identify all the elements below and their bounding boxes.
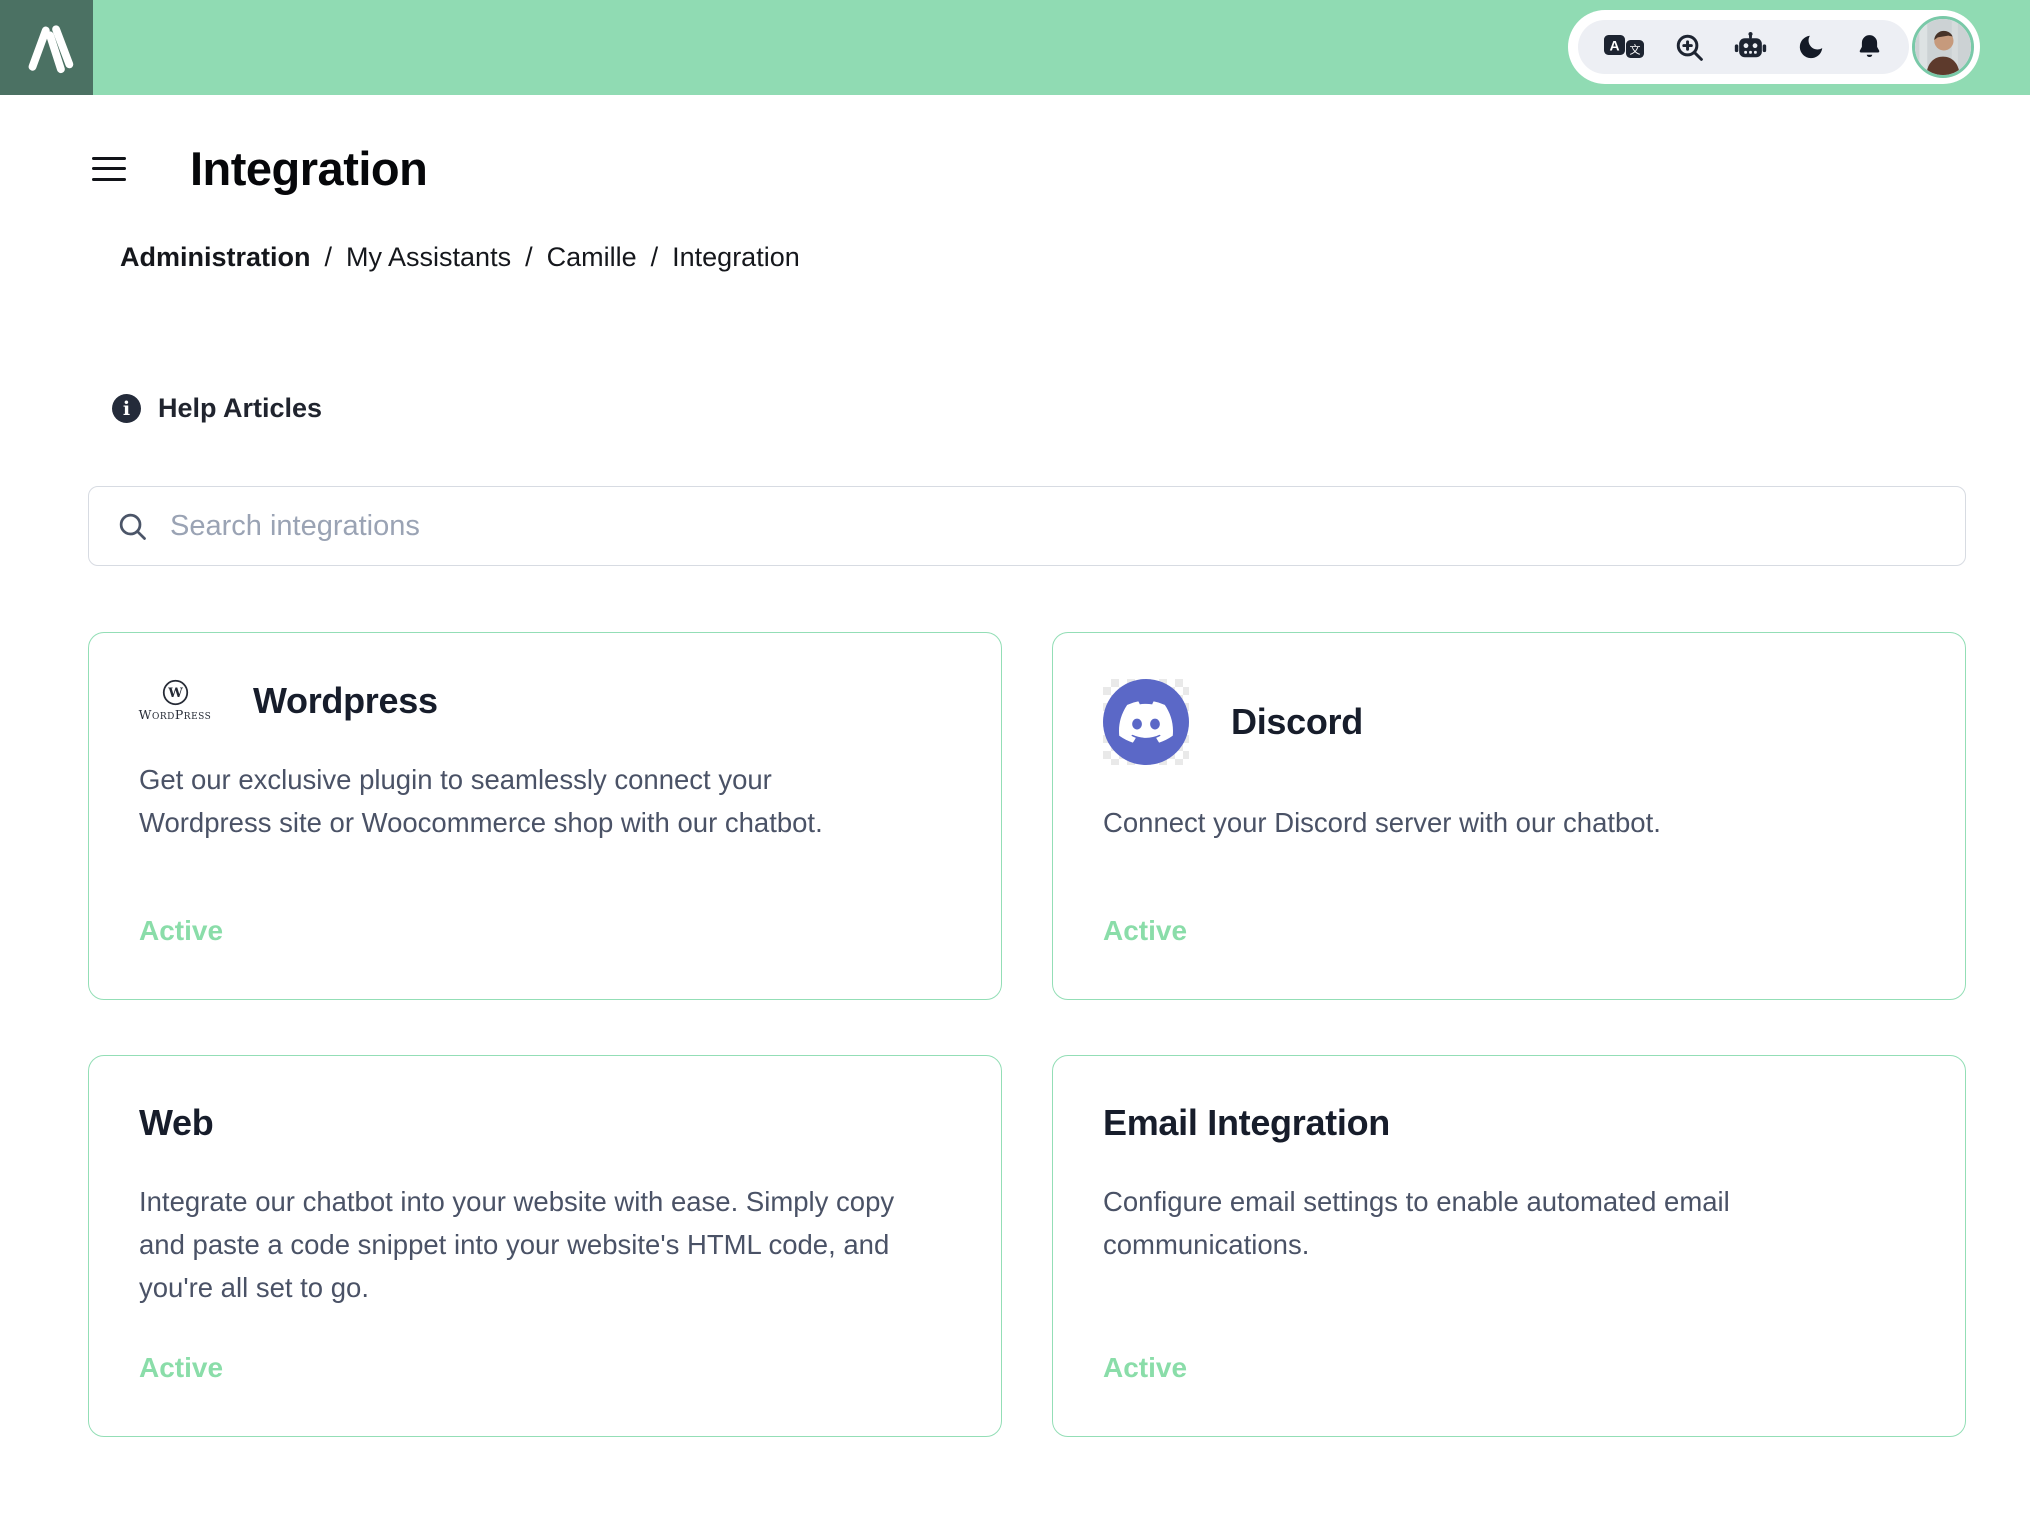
card-title: Discord [1231,701,1363,742]
wordpress-logo-icon: W WordPress [139,679,211,722]
translate-icon[interactable]: A 文 [1603,32,1645,62]
info-icon: i [112,394,141,423]
main-content: Integration Administration / My Assistan… [0,141,2030,1437]
menu-hamburger-button[interactable] [92,156,126,181]
notifications-bell-icon[interactable] [1855,32,1884,62]
search-input[interactable] [170,509,1937,543]
top-header-bar: A 文 [0,0,2030,95]
card-description: Integrate our chatbot into your website … [139,1186,895,1303]
integration-card-email[interactable]: Email Integration Configure email settin… [1052,1055,1966,1437]
card-description: Get our exclusive plugin to seamlessly c… [139,764,823,838]
card-description: Configure email settings to enable autom… [1103,1186,1730,1260]
toolbar-pill: A 文 [1568,10,1980,84]
wordpress-logo-text: WordPress [138,707,212,722]
breadcrumb-item-my-assistants[interactable]: My Assistants [346,242,511,273]
dark-mode-icon[interactable] [1796,32,1826,62]
zoom-in-icon[interactable] [1674,32,1705,63]
breadcrumb-separator: / [324,242,333,272]
integration-card-web[interactable]: Web Integrate our chatbot into your webs… [88,1055,1002,1437]
breadcrumb-item-camille[interactable]: Camille [547,242,637,273]
user-avatar[interactable] [1912,16,1974,78]
search-icon [117,511,148,542]
status-badge: Active [139,1352,224,1383]
robot-icon[interactable] [1734,31,1767,63]
toolbar-icon-group: A 文 [1578,20,1909,74]
status-badge: Active [1103,915,1188,946]
brand-logo[interactable] [0,0,93,95]
breadcrumb-item-integration[interactable]: Integration [672,242,800,273]
svg-text:A: A [1609,38,1619,54]
svg-text:W: W [167,686,183,701]
card-title: Web [139,1102,214,1143]
integration-cards-grid: W WordPress Wordpress Get our exclusive … [88,632,1966,1437]
breadcrumb-separator: / [650,242,659,272]
status-badge: Active [1103,1352,1188,1383]
discord-logo-icon [1103,679,1189,765]
breadcrumb-separator: / [525,242,533,272]
page-title: Integration [190,142,428,195]
search-bar [88,486,1966,566]
status-badge: Active [139,915,224,946]
integration-card-wordpress[interactable]: W WordPress Wordpress Get our exclusive … [88,632,1002,1000]
breadcrumb-item-administration[interactable]: Administration [120,242,311,273]
integration-card-discord[interactable]: Discord Connect your Discord server with… [1052,632,1966,1000]
help-articles-link[interactable]: i Help Articles [112,393,322,424]
help-articles-label: Help Articles [158,393,323,423]
svg-text:文: 文 [1630,43,1641,57]
card-title: Email Integration [1103,1102,1390,1143]
brand-logo-icon [18,16,76,79]
card-title: Wordpress [253,679,438,721]
breadcrumb: Administration / My Assistants / Camille… [120,242,1966,273]
card-description: Connect your Discord server with our cha… [1103,807,1661,838]
